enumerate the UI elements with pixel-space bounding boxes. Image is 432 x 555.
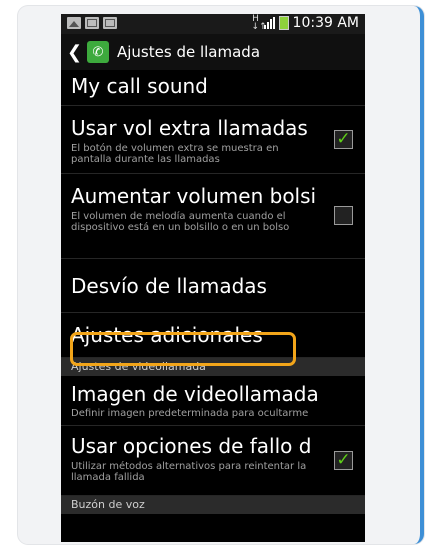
highlight-annotation [70, 332, 296, 366]
app-bar: ❮ ✆ Ajustes de llamada [61, 34, 365, 70]
item-subtitle: El botón de volumen extra se muestra en … [71, 143, 279, 165]
item-title: Desvío de llamadas [71, 274, 267, 298]
phone-icon[interactable]: ✆ [87, 41, 109, 63]
call-forwarding-item[interactable]: Desvío de llamadas [61, 259, 365, 313]
signal-icon [263, 17, 275, 29]
extra-volume-item[interactable]: Usar vol extra llamadas El botón de volu… [61, 106, 365, 174]
item-title: Usar opciones de fallo d [71, 434, 312, 458]
clock: 10:39 AM [292, 15, 359, 31]
mail-icon [85, 17, 99, 29]
page-title: Ajustes de llamada [117, 43, 261, 61]
check-icon: ✓ [336, 449, 351, 470]
settings-list: My call sound Usar vol extra llamadas El… [61, 70, 365, 514]
item-title: Imagen de videollamada [71, 382, 319, 406]
battery-icon [278, 16, 289, 30]
gallery-icon [67, 17, 81, 29]
hspa-icon: H ↓↑ [251, 14, 267, 32]
pocket-volume-checkbox[interactable] [334, 206, 353, 225]
phone-screen: H ↓↑ 10:39 AM ❮ ✆ Ajustes de llamada My c… [61, 14, 365, 542]
call-fail-options-item[interactable]: Usar opciones de fallo d Utilizar método… [61, 426, 365, 496]
notification-icons [67, 17, 117, 29]
pocket-volume-item[interactable]: Aumentar volumen bolsi El volumen de mel… [61, 174, 365, 259]
status-bar: H ↓↑ 10:39 AM [61, 14, 365, 34]
status-indicators: H ↓↑ 10:39 AM [251, 14, 359, 32]
check-icon: ✓ [336, 128, 351, 149]
voicemail-section-header: Buzón de voz [61, 496, 365, 514]
item-subtitle: Utilizar métodos alternativos para reint… [71, 461, 307, 483]
video-call-image-item[interactable]: Imagen de videollamada Definir imagen pr… [61, 376, 365, 426]
item-subtitle: Definir imagen predeterminada para ocult… [71, 408, 309, 419]
item-title: My call sound [71, 74, 208, 98]
back-arrow-icon[interactable]: ❮ [67, 42, 82, 63]
my-call-sound-item[interactable]: My call sound [61, 70, 365, 106]
call-fail-options-checkbox[interactable]: ✓ [334, 449, 353, 470]
item-title: Aumentar volumen bolsi [71, 184, 317, 208]
mail-icon [103, 17, 117, 29]
item-title: Usar vol extra llamadas [71, 116, 308, 140]
extra-volume-checkbox[interactable]: ✓ [334, 128, 353, 149]
item-subtitle: El volumen de melodía aumenta cuando el … [71, 211, 290, 233]
